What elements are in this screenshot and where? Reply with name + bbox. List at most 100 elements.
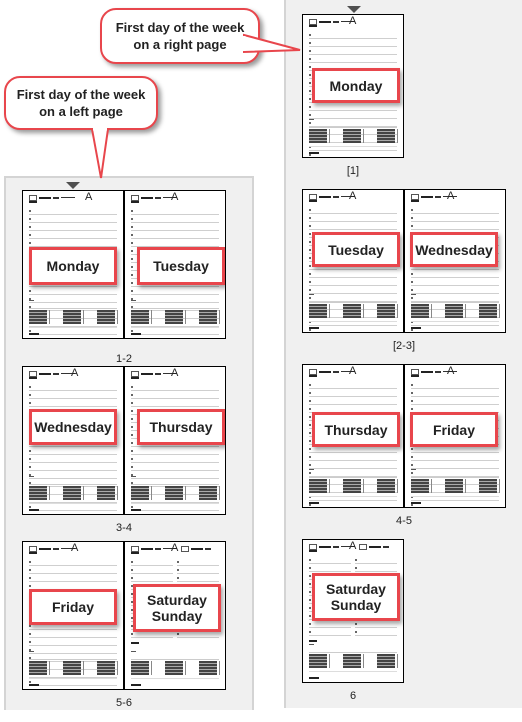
page-footer-graphic — [29, 476, 118, 506]
page-number-bar — [131, 509, 141, 511]
insertion-marker-icon — [66, 182, 80, 189]
day-label: Saturday — [147, 592, 207, 608]
page-number-bar — [29, 684, 39, 686]
page-header-graphic — [411, 194, 471, 202]
day-label: Wednesday — [34, 419, 112, 435]
page-spread-2-3[interactable]: A Tuesday A Wednesday — [302, 189, 506, 333]
page-spread-4-5[interactable]: A Thursday A Friday — [302, 364, 506, 508]
spread-page-label: 1-2 — [116, 353, 132, 365]
day-label: Friday — [432, 421, 475, 438]
page-number-bar — [411, 502, 421, 504]
day-label: Tuesday — [328, 241, 384, 258]
page-number-bar — [29, 509, 39, 511]
day-label: Monday — [329, 77, 383, 94]
day-label-box: Friday — [410, 412, 498, 447]
page-footer-graphic — [29, 651, 118, 681]
page-number-bar — [29, 333, 39, 335]
page-footer-graphic — [309, 119, 398, 149]
page-spread-6[interactable]: A Saturday Sunday — [302, 539, 404, 683]
page-number-bar — [309, 152, 319, 154]
page-thumbnail[interactable]: A Monday — [303, 15, 403, 157]
day-label: Tuesday — [153, 258, 209, 274]
page-thumbnail[interactable]: A Wednesday — [405, 190, 505, 332]
page-thumbnail[interactable]: A Thursday — [303, 365, 403, 507]
page-header-letter: A — [349, 540, 357, 552]
page-footer-graphic — [309, 469, 398, 499]
day-label-box: Tuesday — [137, 247, 225, 285]
page-section-mark — [309, 640, 317, 642]
day-label-box: Wednesday — [410, 232, 498, 267]
day-label: Sunday — [330, 597, 382, 613]
day-label-box: Friday — [29, 589, 117, 625]
page-header-graphic — [29, 371, 89, 379]
page-header-letter: A — [71, 542, 79, 554]
page-thumbnail[interactable]: A Saturday Sunday — [125, 542, 225, 689]
page-section-mark — [131, 642, 139, 644]
day-label-box: Monday — [29, 247, 117, 285]
spread-page-label: 5-6 — [116, 697, 132, 709]
day-label: Saturday — [326, 581, 386, 597]
page-header-graphic — [309, 194, 369, 202]
page-header-graphic — [131, 195, 191, 203]
page-number-bar — [131, 333, 141, 335]
page-spread-1[interactable]: A Monday — [302, 14, 404, 158]
callout-left-line2: on a left page — [39, 104, 123, 119]
day-label-box: Saturday Sunday — [133, 584, 221, 632]
page-header-letter: A — [447, 190, 455, 202]
spread-page-label: [2-3] — [392, 340, 415, 352]
page-thumbnail[interactable]: A Friday — [405, 365, 505, 507]
page-number-bar — [309, 502, 319, 504]
day-label: Monday — [46, 258, 100, 274]
page-header-graphic — [309, 369, 369, 377]
callout-right-line1: First day of the week — [115, 20, 245, 35]
page-footer-graphic — [131, 651, 220, 681]
page-footer-graphic — [411, 294, 500, 324]
page-footer-graphic — [309, 294, 398, 324]
callout-left-page: First day of the week on a left page — [4, 76, 158, 130]
callout-right-line2: on a right page — [133, 37, 227, 52]
page-header-letter: A — [171, 367, 179, 379]
page-header-graphic — [411, 369, 471, 377]
page-thumbnail[interactable]: A Thursday — [125, 367, 225, 514]
page-header-graphic — [309, 19, 369, 27]
page-header-letter: A — [71, 367, 79, 379]
page-number-bar — [411, 327, 421, 329]
day-label: Friday — [51, 599, 94, 615]
day-label: Thursday — [149, 419, 213, 435]
page-header-graphic — [29, 195, 89, 203]
page-number-bar — [309, 327, 319, 329]
page-header-graphic-2 — [181, 546, 225, 554]
page-thumbnail[interactable]: A Friday — [23, 542, 123, 689]
page-spread-3-4[interactable]: A Wednesday A Thursday — [22, 366, 226, 515]
page-footer-graphic — [131, 300, 220, 330]
callout-left-line1: First day of the week — [16, 87, 146, 102]
page-header-graphic-2 — [359, 544, 403, 552]
day-label-box: Thursday — [312, 412, 400, 447]
spread-page-label: 6 — [349, 690, 357, 702]
page-header-letter: A — [171, 191, 179, 203]
page-thumbnail[interactable]: A Tuesday — [125, 191, 225, 338]
day-label: Sunday — [151, 608, 203, 624]
page-footer-graphic — [131, 476, 220, 506]
day-label-box: Monday — [312, 68, 400, 103]
spread-page-label: 3-4 — [116, 522, 132, 534]
page-thumbnail[interactable]: A Saturday Sunday — [303, 540, 403, 682]
day-label-box: Wednesday — [29, 409, 117, 445]
page-header-letter: A — [349, 365, 357, 377]
callout-right-page: First day of the week on a right page — [100, 8, 260, 64]
page-thumbnail[interactable]: A Monday — [23, 191, 123, 338]
page-spread-5-6[interactable]: A Friday A Saturday Sunday — [22, 541, 226, 690]
spread-page-label: 4-5 — [396, 515, 412, 527]
page-thumbnail[interactable]: A Tuesday — [303, 190, 403, 332]
page-footer-graphic — [309, 644, 398, 674]
page-thumbnail[interactable]: A Wednesday — [23, 367, 123, 514]
page-number-bar — [309, 677, 319, 679]
day-label: Thursday — [324, 421, 388, 438]
page-footer-graphic — [411, 469, 500, 499]
page-number-bar — [131, 684, 141, 686]
page-header-letter: A — [349, 190, 357, 202]
page-header-letter: A — [171, 542, 179, 554]
page-header-letter: A — [349, 15, 357, 27]
page-spread-1-2[interactable]: A Monday A Tuesday — [22, 190, 226, 339]
day-label-box: Saturday Sunday — [312, 573, 400, 621]
